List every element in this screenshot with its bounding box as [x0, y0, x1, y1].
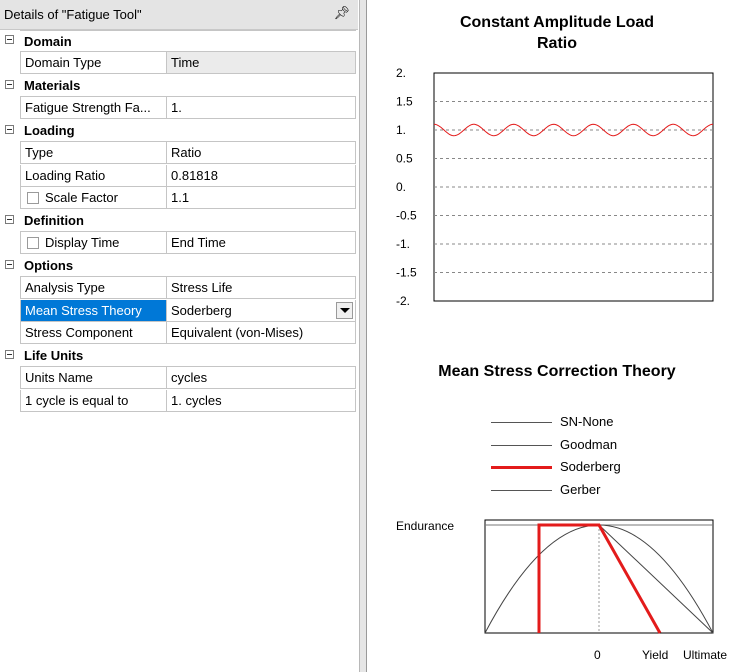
collapse-icon[interactable]: [5, 350, 14, 359]
property-label: Scale Factor: [45, 190, 118, 205]
row-cycle-equal[interactable]: 1 cycle is equal to 1. cycles: [0, 390, 356, 412]
property-value[interactable]: Equivalent (von-Mises): [167, 322, 356, 344]
row-analysis-type[interactable]: Analysis Type Stress Life: [0, 277, 356, 299]
y-tick-label: -1.: [396, 237, 410, 251]
row-scale-factor[interactable]: Scale Factor 1.1: [0, 187, 356, 209]
details-panel: Details of "Fatigue Tool" 📌︎ Domain Doma…: [0, 0, 360, 672]
soderberg-curve: [537, 523, 662, 634]
group-label: Loading: [20, 120, 356, 142]
property-label: Type: [20, 142, 167, 164]
legend-line: [491, 466, 552, 469]
parameter-checkbox[interactable]: [27, 237, 39, 249]
legend-line: [491, 490, 552, 491]
y-axis-label: Endurance: [396, 519, 454, 533]
collapse-icon[interactable]: [5, 80, 14, 89]
load-ratio-chart: 2. 1.5 1. 0.5 0. -0.5 -1. -1.5 -2.: [396, 66, 714, 308]
property-label: Fatigue Strength Fa...: [20, 97, 167, 119]
charts-area: Constant Amplitude Load Ratio 2. 1.5 1. 0.5…: [367, 0, 747, 672]
collapse-icon[interactable]: [5, 215, 14, 224]
property-label: Loading Ratio: [20, 165, 167, 187]
group-label: Options: [20, 255, 356, 277]
details-header: Details of "Fatigue Tool" 📌︎: [0, 0, 358, 30]
legend-label: Gerber: [560, 482, 601, 497]
row-display-time[interactable]: Display Time End Time: [0, 232, 356, 254]
collapse-icon[interactable]: [5, 125, 14, 134]
legend-label: Goodman: [560, 437, 618, 452]
legend-item-goodman: Goodman: [487, 436, 687, 454]
property-label: Mean Stress Theory: [20, 300, 167, 322]
property-value[interactable]: 1.: [167, 97, 356, 119]
y-tick-label: -1.5: [396, 266, 417, 280]
y-tick-label: -2.: [396, 294, 410, 308]
group-label: Definition: [20, 210, 356, 232]
property-label: Analysis Type: [20, 277, 167, 299]
legend-line: [491, 422, 552, 423]
mean-stress-title: Mean Stress Correction Theory: [438, 363, 676, 380]
property-label: 1 cycle is equal to: [20, 390, 167, 412]
y-tick-label: 1.: [396, 123, 406, 137]
parameter-checkbox[interactable]: [27, 192, 39, 204]
property-value[interactable]: Time: [167, 52, 356, 74]
legend-line: [491, 445, 552, 446]
property-value[interactable]: Ratio: [167, 142, 356, 164]
collapse-icon[interactable]: [5, 35, 14, 44]
property-label: Stress Component: [20, 322, 167, 344]
row-type[interactable]: Type Ratio: [0, 142, 356, 164]
property-label: Domain Type: [20, 52, 167, 74]
legend-item-soderberg: Soderberg: [487, 458, 687, 476]
property-value[interactable]: End Time: [167, 232, 356, 254]
goodman-line: [598, 524, 714, 634]
property-value[interactable]: cycles: [167, 367, 356, 389]
property-value[interactable]: 1. cycles: [167, 390, 356, 412]
property-label: Display Time: [45, 235, 120, 250]
property-label-cell: Display Time: [20, 232, 167, 254]
dropdown-arrow-icon[interactable]: [336, 302, 353, 319]
details-title: Details of "Fatigue Tool": [4, 7, 142, 22]
x-label-yield: Yield: [642, 648, 668, 662]
group-domain[interactable]: Domain: [0, 30, 356, 52]
x-label-zero: 0: [594, 648, 601, 662]
row-mean-stress-theory[interactable]: Mean Stress Theory Soderberg: [0, 300, 356, 322]
row-domain-type[interactable]: Domain Type Time: [0, 52, 356, 74]
collapse-icon[interactable]: [5, 260, 14, 269]
y-tick-label: 0.: [396, 180, 406, 194]
row-fatigue-strength-factor[interactable]: Fatigue Strength Fa... 1.: [0, 97, 356, 119]
group-definition[interactable]: Definition: [0, 210, 356, 232]
legend-item-gerber: Gerber: [487, 481, 687, 499]
property-label: Units Name: [20, 367, 167, 389]
mean-stress-theory-select[interactable]: Soderberg: [167, 300, 356, 322]
legend-label: SN-None: [560, 414, 614, 429]
group-label: Life Units: [20, 345, 356, 367]
row-loading-ratio[interactable]: Loading Ratio 0.81818: [0, 165, 356, 187]
legend-label: Soderberg: [560, 459, 621, 474]
pin-icon[interactable]: 📌︎: [333, 5, 350, 21]
select-value: Soderberg: [171, 303, 232, 318]
property-label-cell: Scale Factor: [20, 187, 167, 209]
y-tick-label: 0.5: [396, 152, 413, 166]
group-label: Domain: [20, 30, 356, 52]
gerber-curve: [484, 524, 714, 634]
row-units-name[interactable]: Units Name cycles: [0, 367, 356, 389]
group-materials[interactable]: Materials: [0, 75, 356, 97]
plot-frame: [484, 519, 714, 634]
y-tick-label: 1.5: [396, 95, 413, 109]
y-tick-label: -0.5: [396, 209, 417, 223]
property-value[interactable]: 1.1: [167, 187, 356, 209]
group-loading[interactable]: Loading: [0, 120, 356, 142]
x-label-ultimate: Ultimate: [683, 648, 727, 662]
property-value[interactable]: 0.81818: [167, 165, 356, 187]
legend-item-sn-none: SN-None: [487, 413, 687, 431]
group-options[interactable]: Options: [0, 255, 356, 277]
group-label: Materials: [20, 75, 356, 97]
row-stress-component[interactable]: Stress Component Equivalent (von-Mises): [0, 322, 356, 344]
property-value[interactable]: Stress Life: [167, 277, 356, 299]
group-life-units[interactable]: Life Units: [0, 345, 356, 367]
panel-splitter[interactable]: [359, 0, 367, 672]
y-tick-label: 2.: [396, 66, 406, 80]
